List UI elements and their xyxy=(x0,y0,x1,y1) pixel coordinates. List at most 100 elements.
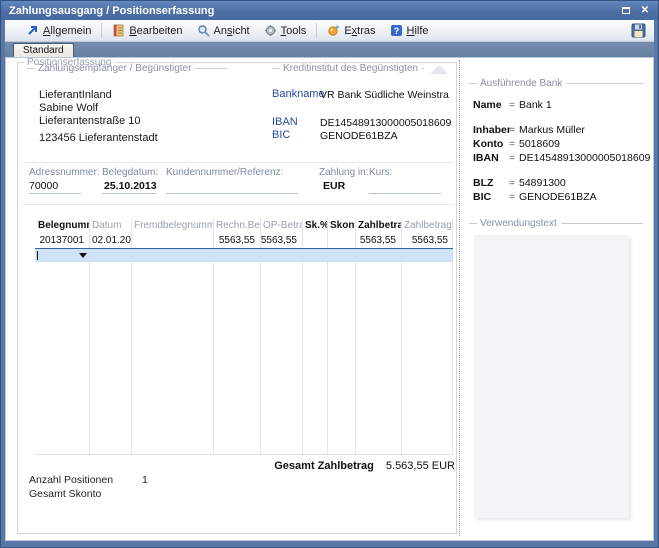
adressnummer-field[interactable]: 70000 xyxy=(29,180,58,192)
menu-tools[interactable]: Tools xyxy=(257,22,314,39)
title-bar: Zahlungsausgang / Positionserfassung ✕ xyxy=(1,1,658,20)
gesamt-zahlbetrag-value: 5.563,55 EUR xyxy=(386,460,455,472)
menu-separator xyxy=(316,23,317,38)
adressnummer-label: Adressnummer: xyxy=(29,167,100,178)
equals-sign: = xyxy=(509,191,515,203)
restore-button[interactable] xyxy=(619,4,633,17)
restore-icon xyxy=(622,7,630,14)
cell-fremdbelegnummer[interactable] xyxy=(131,233,213,248)
positionserfassung-groupbox: Positionserfassung Zahlungsempfänger / B… xyxy=(17,62,457,534)
bank-blz-label: BLZ xyxy=(473,177,493,189)
kurs-label: Kurs: xyxy=(369,167,392,178)
bank-konto-label: Konto xyxy=(473,138,503,150)
collapse-arrow-icon[interactable] xyxy=(430,65,448,74)
text-caret xyxy=(37,251,38,260)
svg-text:?: ? xyxy=(393,26,399,36)
col-fremdbelegnummer[interactable]: Fremdbelegnummer xyxy=(131,218,213,233)
cell-zahlbetrag[interactable]: 5563,55 xyxy=(355,233,401,248)
cell-skonto[interactable] xyxy=(327,233,355,248)
belegdatum-underline xyxy=(102,193,156,194)
iban-value: DE14548913000005018609 xyxy=(320,117,451,129)
col-datum[interactable]: Datum xyxy=(89,218,131,233)
executing-bank-group-header: Ausführende Bank xyxy=(469,78,643,89)
bic-value: GENODE61BZA xyxy=(320,130,398,142)
col-skonto[interactable]: Skonto xyxy=(327,218,355,233)
menu-bearbeiten[interactable]: Bearbeiten xyxy=(105,22,189,39)
col-op-betrag[interactable]: OP-Betrag xyxy=(260,218,302,233)
col-sk-prozent[interactable]: Sk.% xyxy=(302,218,327,233)
gesamt-zahlbetrag-row: Gesamt Zahlbetrag 5.563,55 EUR xyxy=(218,460,455,472)
save-button[interactable] xyxy=(628,22,648,40)
cell-belegnummer[interactable]: 20137001 xyxy=(35,233,89,248)
col-rechn-betrag[interactable]: Rechn.Betrag xyxy=(213,218,260,233)
bankname-label: Bankname xyxy=(272,88,325,100)
toolbar-right xyxy=(628,22,648,40)
payee-address: LieferantInland Sabine Wolf Lieferantens… xyxy=(39,89,158,145)
window-title: Zahlungsausgang / Positionserfassung xyxy=(9,5,614,17)
menu-hilfe[interactable]: ? Hilfe xyxy=(383,22,436,39)
payee-contact: Sabine Wolf xyxy=(39,102,158,115)
iban-label: IBAN xyxy=(272,116,298,128)
kundennummer-label: Kundennummer/Referenz: xyxy=(166,167,283,178)
anzahl-positionen-label: Anzahl Positionen xyxy=(29,474,113,486)
cell-op-betrag[interactable]: 5563,55 xyxy=(260,233,302,248)
cell-sk-prozent[interactable] xyxy=(302,233,327,248)
bank-blz-value: 54891300 xyxy=(519,177,566,189)
institute-group-header: Kreditinstitut des Begünstigten xyxy=(272,63,424,74)
col-belegnummer[interactable]: Belegnummer xyxy=(35,218,89,233)
bank-name-value: Bank 1 xyxy=(519,99,552,111)
equals-sign: = xyxy=(509,177,515,189)
institute-group-title: Kreditinstitut des Begünstigten xyxy=(283,63,418,74)
payee-name: LieferantInland xyxy=(39,89,158,102)
zahlung-in-label: Zahlung in: xyxy=(319,167,368,178)
adressnummer-underline xyxy=(29,193,81,194)
floppy-save-icon xyxy=(631,23,646,38)
anzahl-positionen-value: 1 xyxy=(142,474,148,486)
equals-sign: = xyxy=(509,99,515,111)
cell-rechn-betrag[interactable]: 5563,55 xyxy=(213,233,260,248)
bank-name-label: Name xyxy=(473,99,502,111)
tab-strip: Standard xyxy=(5,42,654,57)
bank-bic-label: BIC xyxy=(473,191,491,203)
wrench-icon xyxy=(264,24,277,37)
equals-sign: = xyxy=(509,124,515,136)
table-header-row: Belegnummer Datum Fremdbelegnummer Rechn… xyxy=(35,218,453,233)
col-zahlbetrag-euro[interactable]: Zahlbetrag Euro xyxy=(401,218,453,233)
belegdatum-field[interactable]: 25.10.2013 xyxy=(104,180,157,192)
gesamt-skonto-row: Gesamt Skonto xyxy=(29,488,130,500)
executing-bank-group-title: Ausführende Bank xyxy=(480,78,562,89)
usage-text-group-title: Verwendungstext xyxy=(480,218,557,229)
app-window: Zahlungsausgang / Positionserfassung ✕ A… xyxy=(0,0,659,548)
menu-extras[interactable]: Extras xyxy=(320,22,382,39)
menu-allgemein[interactable]: Allgemein xyxy=(19,22,98,39)
cell-datum[interactable]: 02.01.2013 xyxy=(89,233,131,248)
notebook-icon xyxy=(112,24,125,37)
col-zahlbetrag[interactable]: Zahlbetrag xyxy=(355,218,401,233)
kundennummer-underline xyxy=(166,193,298,194)
bank-bic-value: GENODE61BZA xyxy=(519,191,597,203)
chevron-down-icon[interactable] xyxy=(79,253,87,258)
bic-label: BIC xyxy=(272,129,290,141)
zahlung-in-field[interactable]: EUR xyxy=(323,180,345,192)
anzahl-positionen-row: Anzahl Positionen 1 xyxy=(29,474,148,486)
usage-text-area[interactable] xyxy=(474,235,629,518)
bankname-value: VR Bank Südliche Weinstra xyxy=(320,89,449,101)
bank-iban-label: IBAN xyxy=(473,152,499,164)
menu-ansicht[interactable]: Ansicht xyxy=(190,22,257,39)
kurs-underline xyxy=(369,193,441,194)
table-row[interactable]: 20137001 02.01.2013 5563,55 5563,55 5563… xyxy=(35,233,453,248)
equals-sign: = xyxy=(509,138,515,150)
positions-table: Belegnummer Datum Fremdbelegnummer Rechn… xyxy=(35,218,453,455)
arrow-ne-icon xyxy=(26,24,39,37)
equals-sign: = xyxy=(509,152,515,164)
selected-entry-row[interactable] xyxy=(35,248,453,262)
bank-inhaber-label: Inhaber xyxy=(473,124,511,136)
tab-standard[interactable]: Standard xyxy=(13,43,74,57)
panel-splitter[interactable] xyxy=(459,60,460,536)
payee-group-header: Zahlungsempfänger / Begünstigter xyxy=(27,63,227,74)
close-button[interactable]: ✕ xyxy=(638,4,652,17)
cell-zahlbetrag-euro[interactable]: 5563,55 xyxy=(401,233,453,248)
gesamt-zahlbetrag-label: Gesamt Zahlbetrag xyxy=(274,460,374,472)
separator-line xyxy=(22,162,454,163)
bank-inhaber-value: Markus Müller xyxy=(519,124,585,136)
